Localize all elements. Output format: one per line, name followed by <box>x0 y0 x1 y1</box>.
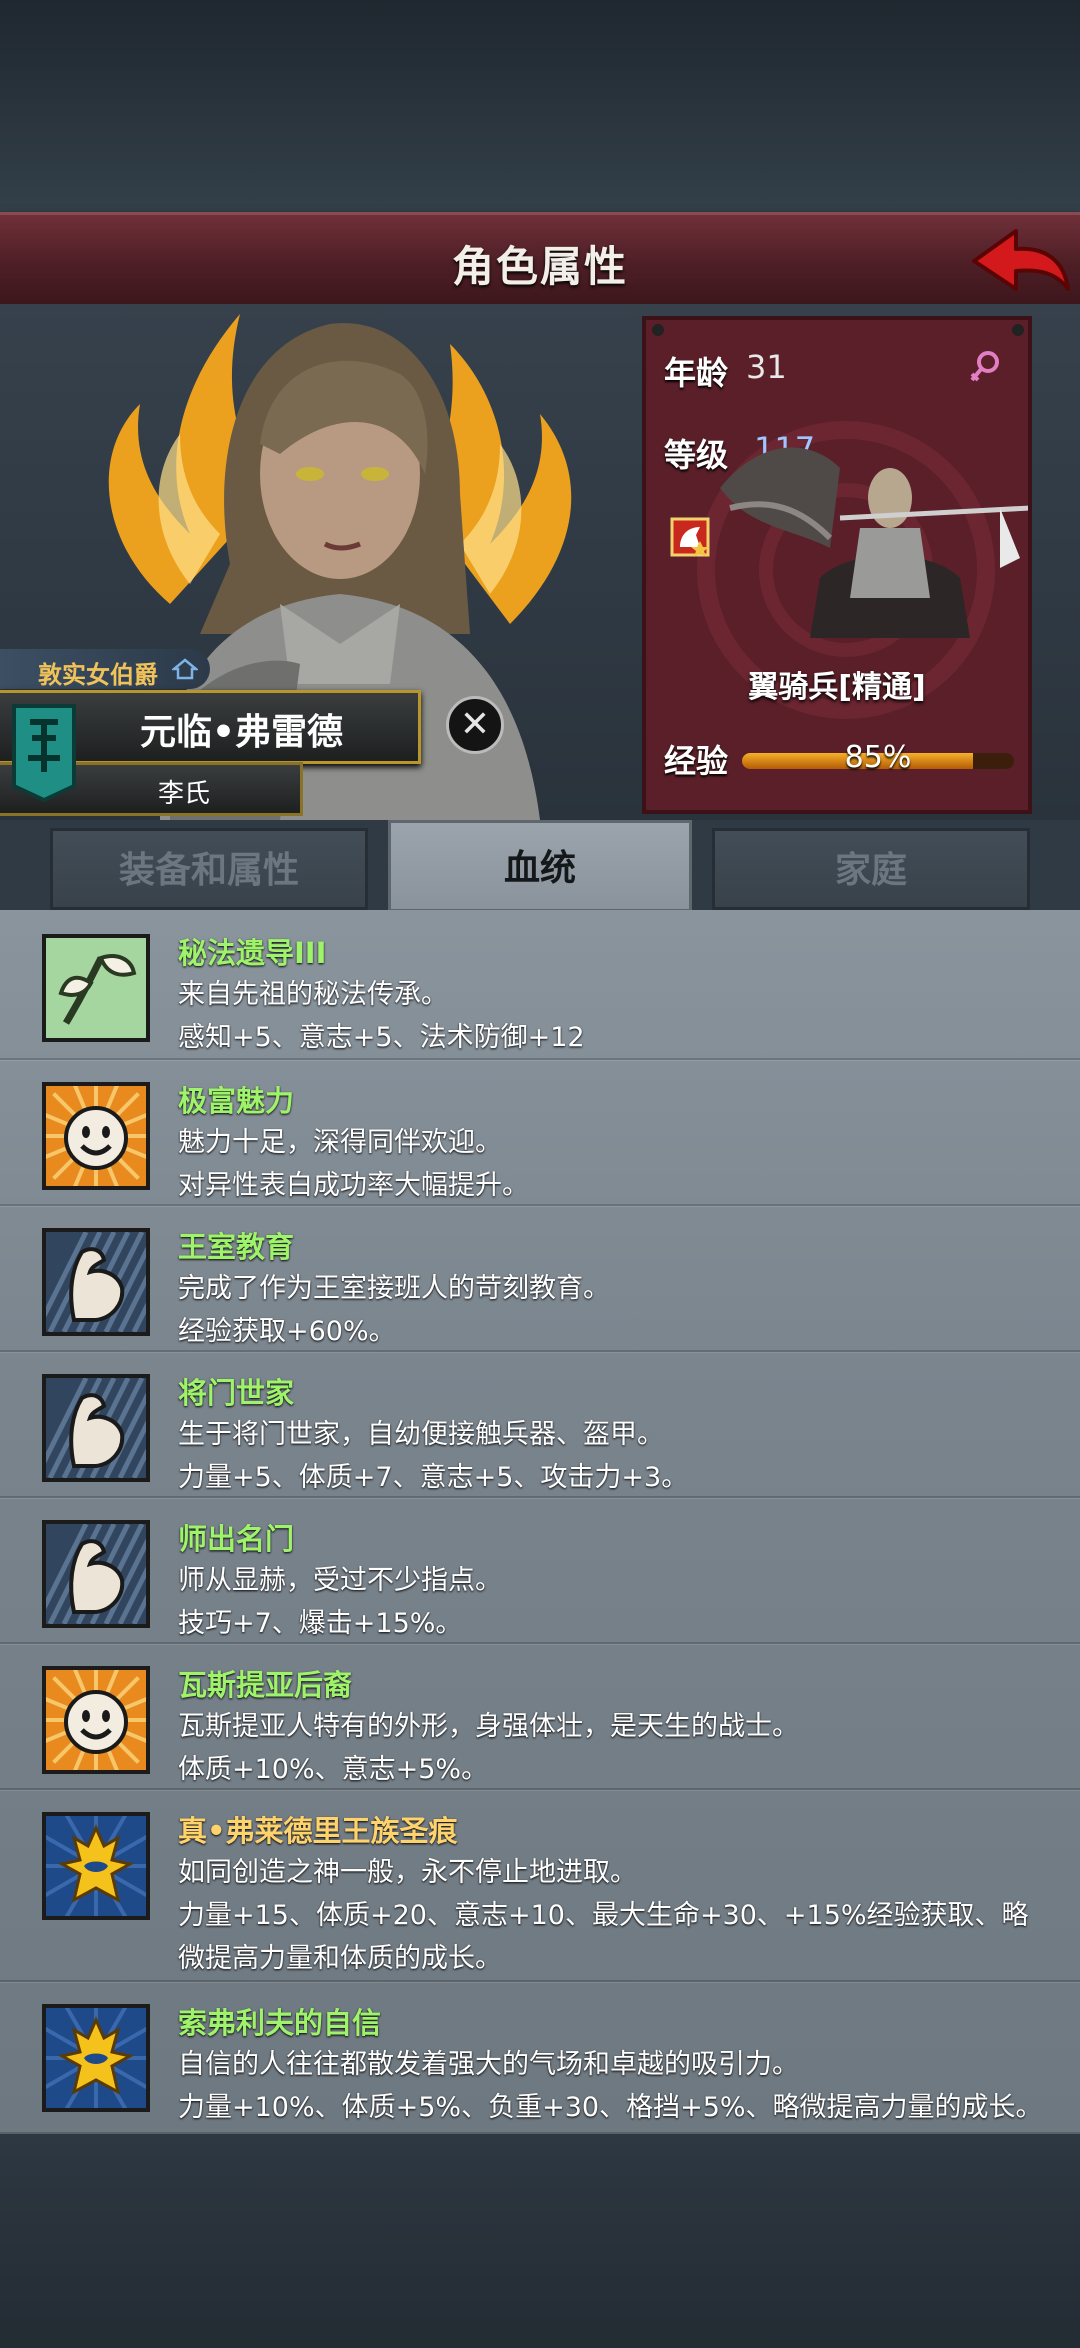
trait-description: 力量+15、体质+20、意志+10、最大生命+30、+15%经验获取、略 <box>178 1900 1029 1931</box>
back-arrow-icon[interactable] <box>964 223 1074 299</box>
trait-description: 如同创造之神一般，永不停止地进取。 <box>178 1857 637 1888</box>
trait-row[interactable]: 瓦斯提亚后裔瓦斯提亚人特有的外形，身强体壮，是天生的战士。 体质+10%、意志+5… <box>0 1642 1080 1790</box>
trait-title: 将门世家 <box>178 1376 295 1410</box>
trait-title: 极富魅力 <box>178 1084 295 1118</box>
trait-row[interactable]: 真•弗莱德里王族圣痕如同创造之神一般，永不停止地进取。力量+15、体质+20、意… <box>0 1788 1080 1982</box>
trait-description: 完成了作为王室接班人的苛刻教育。 <box>178 1273 610 1304</box>
trait-description: 力量+10%、体质+5%、负重+30、格挡+5%、略微提高力量的成长。 <box>178 2092 1043 2123</box>
trait-description: 感知+5、意志+5、法术防御+12 <box>178 1022 585 1053</box>
trait-row[interactable]: 师出名门师从显赫，受过不少指点。 技巧+7、爆击+15%。 <box>0 1496 1080 1644</box>
unit-name: 翼骑兵[精通] <box>748 670 926 705</box>
trait-title: 秘法遗导III <box>178 936 327 970</box>
trait-description: 自信的人往往都散发着强大的气场和卓越的吸引力。 <box>178 2049 799 2080</box>
trait-description: 师从显赫，受过不少指点。 <box>178 1565 502 1596</box>
trait-description: 瓦斯提亚人特有的外形，身强体壮，是天生的战士。 <box>178 1711 799 1742</box>
top-backdrop <box>0 0 1080 212</box>
trait-description: 体质+10%、意志+5%。 <box>178 1754 489 1785</box>
age-value: 31 <box>746 348 787 386</box>
trait-title: 真•弗莱德里王族圣痕 <box>178 1814 458 1848</box>
age-label: 年龄 <box>664 354 729 392</box>
rank-bar: 敦实女伯爵 <box>0 649 210 689</box>
character-name: 元临•弗雷德 <box>140 712 344 753</box>
surname-label: 李氏 <box>158 779 211 809</box>
arm-icon <box>42 1374 150 1482</box>
royal-sigil-icon <box>42 1812 150 1920</box>
bottom-backdrop <box>0 2134 1080 2348</box>
trait-row[interactable]: 王室教育完成了作为王室接班人的苛刻教育。 经验获取+60%。 <box>0 1204 1080 1352</box>
tab-bar: 装备和属性 血统 家庭 <box>0 820 1080 912</box>
trait-title: 索弗利夫的自信 <box>178 2006 382 2040</box>
trait-description: 力量+5、体质+7、意志+5、攻击力+3。 <box>178 1462 689 1493</box>
character-panel: 敦实女伯爵 元临•弗雷德 李氏 ✕ 年龄 31 等级 117 <box>0 304 1080 820</box>
trait-row[interactable]: 索弗利夫的自信自信的人往往都散发着强大的气场和卓越的吸引力。力量+10%、体质+… <box>0 1980 1080 2134</box>
dismiss-button[interactable]: ✕ <box>446 696 504 754</box>
trait-description: 微提高力量和体质的成长。 <box>178 1943 502 1974</box>
title-bar: 角色属性 <box>0 212 1080 310</box>
smile-icon <box>42 1666 150 1774</box>
cavalry-badge-icon <box>670 517 710 557</box>
tab-family[interactable]: 家庭 <box>712 828 1030 910</box>
female-symbol-icon <box>970 351 999 382</box>
trait-list: 秘法遗导III 来自先祖的秘法传承。感知+5、意志+5、法术防御+12 极富魅力魅力… <box>0 910 1080 2134</box>
tab-bloodline[interactable]: 血统 <box>388 820 692 912</box>
rank-title: 敦实女伯爵 <box>38 661 158 689</box>
page-title: 角色属性 <box>451 242 628 291</box>
exp-label: 经验 <box>664 742 729 780</box>
trait-description: 对异性表白成功率大幅提升。 <box>178 1170 529 1201</box>
sprout-icon <box>42 934 150 1042</box>
trait-description: 生于将门世家，自幼便接触兵器、盔甲。 <box>178 1419 664 1450</box>
trait-description: 来自先祖的秘法传承。 <box>178 979 448 1010</box>
trait-row[interactable]: 极富魅力魅力十足，深得同伴欢迎。 对异性表白成功率大幅提升。 <box>0 1058 1080 1206</box>
trait-title: 师出名门 <box>178 1522 295 1556</box>
trait-description: 魅力十足，深得同伴欢迎。 <box>178 1127 502 1158</box>
trait-description: 经验获取+60%。 <box>178 1316 396 1347</box>
smile-icon <box>42 1082 150 1190</box>
family-crest-icon <box>12 704 76 802</box>
tab-equipment[interactable]: 装备和属性 <box>50 828 368 910</box>
trait-row[interactable]: 将门世家生于将门世家，自幼便接触兵器、盔甲。 力量+5、体质+7、意志+5、攻击力… <box>0 1350 1080 1498</box>
exp-percent: 85% <box>844 740 912 775</box>
winged-hussar-art <box>720 447 1028 638</box>
stats-card: 年龄 31 等级 117 翼骑兵[精通] 经验 85% <box>642 316 1032 814</box>
royal-sigil-icon <box>42 2004 150 2112</box>
trait-title: 王室教育 <box>178 1230 295 1264</box>
arm-icon <box>42 1520 150 1628</box>
trait-row[interactable]: 秘法遗导III 来自先祖的秘法传承。感知+5、意志+5、法术防御+12 <box>0 910 1080 1060</box>
trait-title: 瓦斯提亚后裔 <box>178 1668 353 1702</box>
close-icon: ✕ <box>459 704 491 745</box>
arm-icon <box>42 1228 150 1336</box>
trait-description: 技巧+7、爆击+15%。 <box>178 1608 463 1639</box>
home-icon <box>172 658 198 680</box>
